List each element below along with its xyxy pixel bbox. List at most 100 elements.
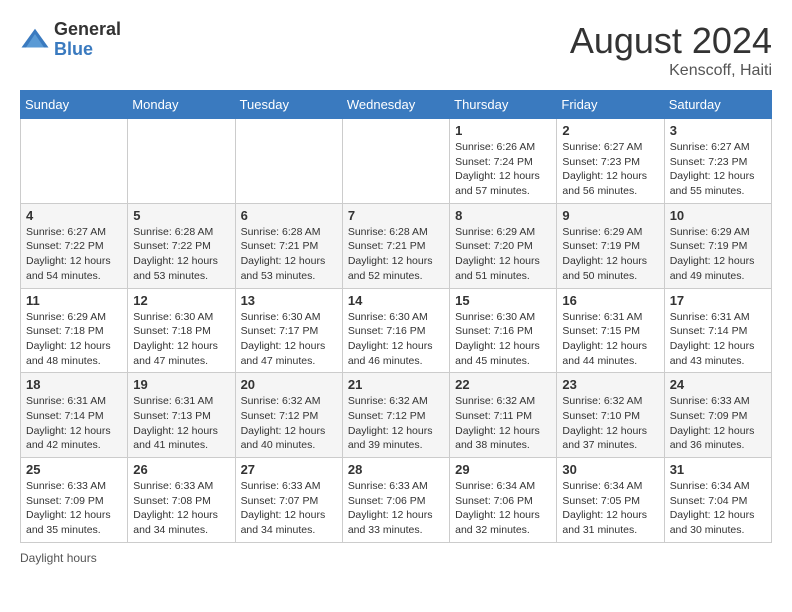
calendar-cell: 14 Sunrise: 6:30 AMSunset: 7:16 PMDayligh… bbox=[342, 288, 449, 373]
cell-info: Sunrise: 6:27 AMSunset: 7:22 PMDaylight:… bbox=[26, 225, 122, 284]
cell-info: Sunrise: 6:31 AMSunset: 7:13 PMDaylight:… bbox=[133, 394, 229, 453]
cell-info: Sunrise: 6:30 AMSunset: 7:16 PMDaylight:… bbox=[348, 310, 444, 369]
cell-date: 25 bbox=[26, 462, 122, 477]
weekday-header-wednesday: Wednesday bbox=[342, 91, 449, 119]
cell-info: Sunrise: 6:33 AMSunset: 7:09 PMDaylight:… bbox=[670, 394, 766, 453]
cell-info: Sunrise: 6:31 AMSunset: 7:14 PMDaylight:… bbox=[670, 310, 766, 369]
cell-date: 21 bbox=[348, 377, 444, 392]
cell-date: 22 bbox=[455, 377, 551, 392]
calendar-cell: 8 Sunrise: 6:29 AMSunset: 7:20 PMDaylight… bbox=[450, 203, 557, 288]
cell-info: Sunrise: 6:27 AMSunset: 7:23 PMDaylight:… bbox=[670, 140, 766, 199]
week-row-2: 4 Sunrise: 6:27 AMSunset: 7:22 PMDaylight… bbox=[21, 203, 772, 288]
logo-icon bbox=[20, 25, 50, 55]
calendar-cell: 24 Sunrise: 6:33 AMSunset: 7:09 PMDayligh… bbox=[664, 373, 771, 458]
cell-date: 14 bbox=[348, 293, 444, 308]
weekday-header-thursday: Thursday bbox=[450, 91, 557, 119]
cell-info: Sunrise: 6:28 AMSunset: 7:21 PMDaylight:… bbox=[241, 225, 337, 284]
footer: Daylight hours bbox=[20, 551, 772, 565]
cell-date: 13 bbox=[241, 293, 337, 308]
calendar-cell: 6 Sunrise: 6:28 AMSunset: 7:21 PMDaylight… bbox=[235, 203, 342, 288]
cell-info: Sunrise: 6:29 AMSunset: 7:20 PMDaylight:… bbox=[455, 225, 551, 284]
calendar-cell: 26 Sunrise: 6:33 AMSunset: 7:08 PMDayligh… bbox=[128, 458, 235, 543]
cell-info: Sunrise: 6:32 AMSunset: 7:11 PMDaylight:… bbox=[455, 394, 551, 453]
cell-date: 2 bbox=[562, 123, 658, 138]
cell-info: Sunrise: 6:29 AMSunset: 7:18 PMDaylight:… bbox=[26, 310, 122, 369]
logo-blue-text: Blue bbox=[54, 40, 121, 60]
cell-date: 4 bbox=[26, 208, 122, 223]
calendar-cell: 13Sunrise: 6:30 AMSunset: 7:17 PMDayligh… bbox=[235, 288, 342, 373]
cell-date: 29 bbox=[455, 462, 551, 477]
cell-date: 7 bbox=[348, 208, 444, 223]
cell-info: Sunrise: 6:33 AMSunset: 7:09 PMDaylight:… bbox=[26, 479, 122, 538]
calendar-cell: 28 Sunrise: 6:33 AMSunset: 7:06 PMDayligh… bbox=[342, 458, 449, 543]
cell-info: Sunrise: 6:27 AMSunset: 7:23 PMDaylight:… bbox=[562, 140, 658, 199]
title-area: August 2024 Kenscoff, Haiti bbox=[570, 20, 772, 80]
cell-date: 5 bbox=[133, 208, 229, 223]
week-row-5: 25 Sunrise: 6:33 AMSunset: 7:09 PMDayligh… bbox=[21, 458, 772, 543]
cell-info: Sunrise: 6:34 AMSunset: 7:05 PMDaylight:… bbox=[562, 479, 658, 538]
cell-info: Sunrise: 6:26 AMSunset: 7:24 PMDaylight:… bbox=[455, 140, 551, 199]
week-row-1: 1Sunrise: 6:26 AMSunset: 7:24 PMDaylight… bbox=[21, 119, 772, 204]
calendar-cell: 31Sunrise: 6:34 AMSunset: 7:04 PMDayligh… bbox=[664, 458, 771, 543]
cell-date: 28 bbox=[348, 462, 444, 477]
calendar-cell: 29Sunrise: 6:34 AMSunset: 7:06 PMDayligh… bbox=[450, 458, 557, 543]
cell-date: 9 bbox=[562, 208, 658, 223]
cell-info: Sunrise: 6:32 AMSunset: 7:12 PMDaylight:… bbox=[241, 394, 337, 453]
cell-date: 6 bbox=[241, 208, 337, 223]
weekday-header-sunday: Sunday bbox=[21, 91, 128, 119]
cell-date: 23 bbox=[562, 377, 658, 392]
cell-info: Sunrise: 6:28 AMSunset: 7:21 PMDaylight:… bbox=[348, 225, 444, 284]
calendar-cell: 17 Sunrise: 6:31 AMSunset: 7:14 PMDayligh… bbox=[664, 288, 771, 373]
cell-info: Sunrise: 6:30 AMSunset: 7:18 PMDaylight:… bbox=[133, 310, 229, 369]
weekday-header-monday: Monday bbox=[128, 91, 235, 119]
cell-info: Sunrise: 6:29 AMSunset: 7:19 PMDaylight:… bbox=[670, 225, 766, 284]
cell-info: Sunrise: 6:30 AMSunset: 7:16 PMDaylight:… bbox=[455, 310, 551, 369]
cell-info: Sunrise: 6:29 AMSunset: 7:19 PMDaylight:… bbox=[562, 225, 658, 284]
calendar-cell: 18Sunrise: 6:31 AMSunset: 7:14 PMDayligh… bbox=[21, 373, 128, 458]
calendar-cell: 22 Sunrise: 6:32 AMSunset: 7:11 PMDayligh… bbox=[450, 373, 557, 458]
logo-general-text: General bbox=[54, 20, 121, 40]
cell-date: 26 bbox=[133, 462, 229, 477]
month-year: August 2024 bbox=[570, 20, 772, 62]
calendar-cell: 30Sunrise: 6:34 AMSunset: 7:05 PMDayligh… bbox=[557, 458, 664, 543]
calendar-cell: 12Sunrise: 6:30 AMSunset: 7:18 PMDayligh… bbox=[128, 288, 235, 373]
calendar-cell bbox=[342, 119, 449, 204]
cell-date: 17 bbox=[670, 293, 766, 308]
calendar-cell: 11Sunrise: 6:29 AMSunset: 7:18 PMDayligh… bbox=[21, 288, 128, 373]
weekday-header-saturday: Saturday bbox=[664, 91, 771, 119]
cell-date: 15 bbox=[455, 293, 551, 308]
calendar-cell: 25 Sunrise: 6:33 AMSunset: 7:09 PMDayligh… bbox=[21, 458, 128, 543]
calendar-cell: 23Sunrise: 6:32 AMSunset: 7:10 PMDayligh… bbox=[557, 373, 664, 458]
weekday-header-tuesday: Tuesday bbox=[235, 91, 342, 119]
cell-date: 24 bbox=[670, 377, 766, 392]
calendar-cell: 27Sunrise: 6:33 AMSunset: 7:07 PMDayligh… bbox=[235, 458, 342, 543]
calendar-cell: 16 Sunrise: 6:31 AMSunset: 7:15 PMDayligh… bbox=[557, 288, 664, 373]
location: Kenscoff, Haiti bbox=[570, 62, 772, 80]
cell-info: Sunrise: 6:33 AMSunset: 7:07 PMDaylight:… bbox=[241, 479, 337, 538]
cell-info: Sunrise: 6:33 AMSunset: 7:08 PMDaylight:… bbox=[133, 479, 229, 538]
cell-date: 20 bbox=[241, 377, 337, 392]
calendar-cell: 15 Sunrise: 6:30 AMSunset: 7:16 PMDayligh… bbox=[450, 288, 557, 373]
daylight-label: Daylight hours bbox=[20, 551, 97, 565]
cell-info: Sunrise: 6:31 AMSunset: 7:15 PMDaylight:… bbox=[562, 310, 658, 369]
cell-date: 16 bbox=[562, 293, 658, 308]
cell-info: Sunrise: 6:28 AMSunset: 7:22 PMDaylight:… bbox=[133, 225, 229, 284]
header: General Blue August 2024 Kenscoff, Haiti bbox=[20, 20, 772, 80]
calendar-cell: 20 Sunrise: 6:32 AMSunset: 7:12 PMDayligh… bbox=[235, 373, 342, 458]
calendar-cell bbox=[235, 119, 342, 204]
calendar-cell bbox=[128, 119, 235, 204]
calendar-cell: 2 Sunrise: 6:27 AMSunset: 7:23 PMDaylight… bbox=[557, 119, 664, 204]
cell-date: 8 bbox=[455, 208, 551, 223]
cell-info: Sunrise: 6:33 AMSunset: 7:06 PMDaylight:… bbox=[348, 479, 444, 538]
cell-date: 18 bbox=[26, 377, 122, 392]
cell-date: 19 bbox=[133, 377, 229, 392]
calendar-cell: 7 Sunrise: 6:28 AMSunset: 7:21 PMDaylight… bbox=[342, 203, 449, 288]
calendar-cell: 21Sunrise: 6:32 AMSunset: 7:12 PMDayligh… bbox=[342, 373, 449, 458]
week-row-3: 11Sunrise: 6:29 AMSunset: 7:18 PMDayligh… bbox=[21, 288, 772, 373]
calendar-cell: 1Sunrise: 6:26 AMSunset: 7:24 PMDaylight… bbox=[450, 119, 557, 204]
cell-date: 31 bbox=[670, 462, 766, 477]
logo: General Blue bbox=[20, 20, 121, 60]
weekday-header-friday: Friday bbox=[557, 91, 664, 119]
logo-text: General Blue bbox=[54, 20, 121, 60]
calendar-cell bbox=[21, 119, 128, 204]
